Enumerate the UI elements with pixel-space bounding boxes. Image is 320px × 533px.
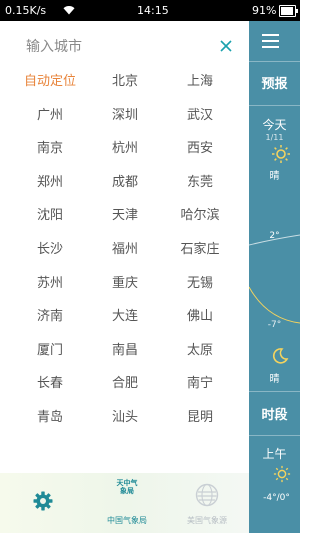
- city-item[interactable]: 苏州: [10, 273, 90, 295]
- day-condition: 晴: [269, 171, 280, 182]
- city-item[interactable]: 长春: [10, 373, 90, 395]
- city-item[interactable]: 广州: [10, 105, 90, 127]
- city-item[interactable]: 深圳: [85, 105, 165, 127]
- city-item[interactable]: 成都: [85, 172, 165, 194]
- city-item[interactable]: 汕头: [85, 407, 165, 429]
- city-item[interactable]: 北京: [85, 71, 165, 93]
- low-temp: -7°: [267, 320, 282, 330]
- battery-percent: 91%: [252, 4, 277, 17]
- forecast-title: 预报: [261, 77, 288, 92]
- status-bar: 0.15K/s 14:15 91%: [0, 0, 300, 21]
- city-item[interactable]: 郑州: [10, 172, 90, 194]
- city-item[interactable]: 南昌: [85, 340, 165, 362]
- city-item[interactable]: 厦门: [10, 340, 90, 362]
- city-item[interactable]: 西安: [160, 138, 240, 160]
- city-item[interactable]: 天津: [85, 205, 165, 227]
- city-item[interactable]: 杭州: [85, 138, 165, 160]
- cma-logo-icon: 天中气象局: [116, 479, 138, 495]
- network-speed: 0.15K/s: [5, 4, 47, 17]
- city-item[interactable]: 佛山: [160, 306, 240, 328]
- city-item[interactable]: 哈尔滨: [160, 205, 240, 227]
- date-label: 1/11: [265, 133, 284, 142]
- close-icon[interactable]: [219, 39, 233, 53]
- weather-side-panel: 预报 今天 1/11 晴 2° -7° 晴 时段 上午 -4°/0°: [249, 21, 300, 533]
- moon-icon: [272, 348, 289, 364]
- sun-icon: [272, 145, 290, 163]
- city-item[interactable]: 太原: [160, 340, 240, 362]
- divider: [249, 391, 300, 392]
- clock-time: 14:15: [137, 4, 169, 17]
- period-temp: -4°/0°: [263, 493, 290, 503]
- city-item[interactable]: 福州: [85, 239, 165, 261]
- city-item[interactable]: 东莞: [160, 172, 240, 194]
- globe-icon: [195, 483, 219, 507]
- city-item[interactable]: 重庆: [85, 273, 165, 295]
- gear-icon: [33, 491, 53, 511]
- settings-button[interactable]: [5, 473, 75, 533]
- city-item[interactable]: 青岛: [10, 407, 90, 429]
- high-temp: 2°: [269, 231, 280, 241]
- divider: [249, 435, 300, 436]
- menu-icon[interactable]: [262, 34, 279, 52]
- search-bar: [0, 21, 249, 70]
- bottom-toolbar: 天中气象局 中国气象局 美国气象源: [0, 473, 249, 533]
- city-item[interactable]: 武汉: [160, 105, 240, 127]
- city-item[interactable]: 南宁: [160, 373, 240, 395]
- sun-icon: [273, 465, 291, 483]
- city-item[interactable]: 长沙: [10, 239, 90, 261]
- city-item[interactable]: 昆明: [160, 407, 240, 429]
- battery-icon: [279, 5, 298, 17]
- cma-label: 中国气象局: [107, 516, 147, 525]
- city-selection-panel: 自动定位北京上海广州深圳武汉南京杭州西安郑州成都东莞沈阳天津哈尔滨长沙福州石家庄…: [0, 21, 249, 533]
- source-us-button[interactable]: 美国气象源: [172, 473, 242, 533]
- wifi-icon: [63, 4, 75, 19]
- city-item[interactable]: 无锡: [160, 273, 240, 295]
- city-item[interactable]: 石家庄: [160, 239, 240, 261]
- city-item[interactable]: 合肥: [85, 373, 165, 395]
- us-source-label: 美国气象源: [187, 516, 227, 525]
- auto-locate-button[interactable]: 自动定位: [10, 71, 90, 93]
- city-search-input[interactable]: [24, 35, 208, 59]
- city-item[interactable]: 南京: [10, 138, 90, 160]
- city-item[interactable]: 沈阳: [10, 205, 90, 227]
- city-item[interactable]: 济南: [10, 306, 90, 328]
- day-label: 今天: [262, 118, 287, 132]
- period-label: 上午: [262, 447, 287, 461]
- hourly-title: 时段: [261, 408, 288, 423]
- divider: [249, 61, 300, 62]
- city-item[interactable]: 大连: [85, 306, 165, 328]
- divider: [249, 105, 300, 106]
- night-condition: 晴: [269, 374, 280, 385]
- city-item[interactable]: 上海: [160, 71, 240, 93]
- source-cma-button[interactable]: 天中气象局 中国气象局: [92, 473, 162, 533]
